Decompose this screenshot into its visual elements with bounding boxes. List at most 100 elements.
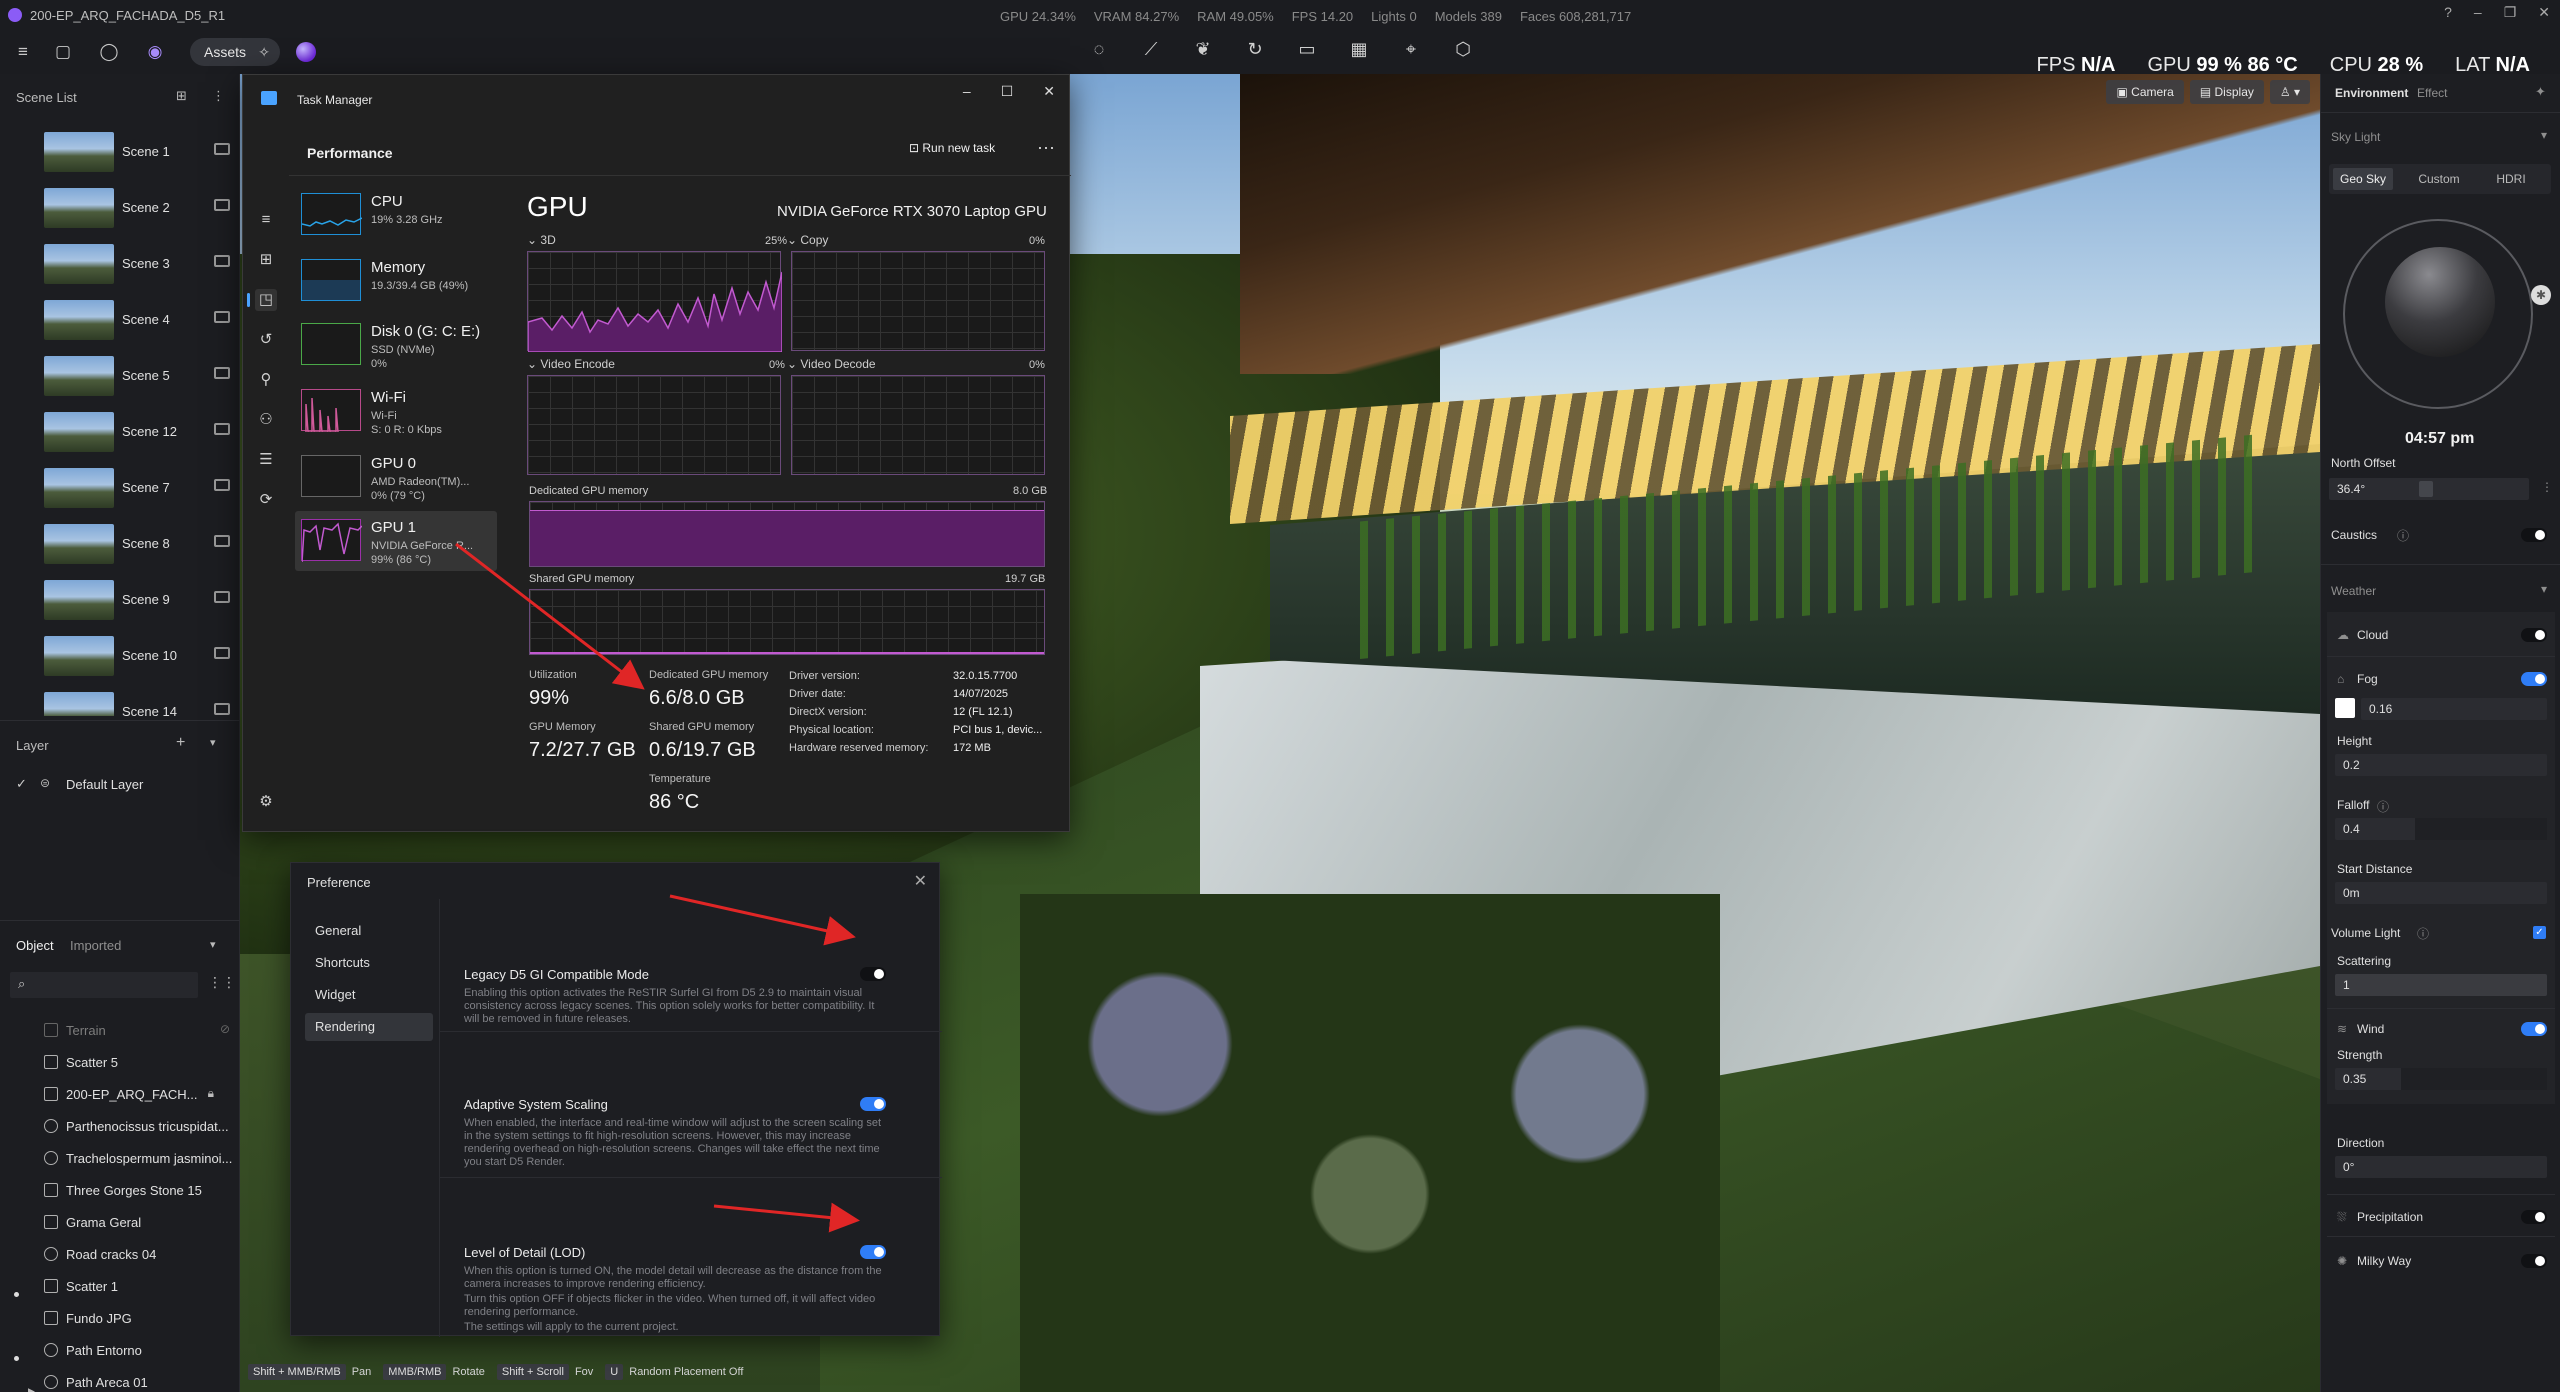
camera-icon[interactable]: [214, 311, 230, 323]
assets-button[interactable]: Assets ✧: [190, 38, 280, 66]
close-icon[interactable]: ✕: [2538, 4, 2550, 21]
scene-item[interactable]: Scene 12: [44, 406, 234, 458]
details-icon[interactable]: ☰: [255, 449, 277, 471]
eye-off-icon[interactable]: ⊘: [220, 1022, 230, 1036]
tm-side-cpu[interactable]: CPU 19% 3.28 GHz: [295, 185, 497, 245]
display-button[interactable]: ▤ Display: [2189, 80, 2264, 104]
pin-icon[interactable]: ⌖: [1396, 39, 1426, 65]
tm-side-wifi[interactable]: Wi-Fi Wi-Fi S: 0 R: 0 Kbps: [295, 381, 497, 441]
list-item[interactable]: Scatter 1: [28, 1270, 234, 1302]
scene-item[interactable]: Scene 3: [44, 238, 234, 290]
sun-position-dial[interactable]: ✱: [2343, 219, 2551, 409]
graph-3d-label[interactable]: ⌄ 3D: [527, 233, 556, 247]
close-icon[interactable]: ✕: [1043, 83, 1055, 100]
list-item[interactable]: Path Entorno: [28, 1334, 234, 1366]
tab-environment[interactable]: Environment: [2335, 86, 2408, 100]
camera-button[interactable]: ▣ Camera: [2106, 80, 2184, 104]
lod-toggle[interactable]: [860, 1245, 886, 1259]
list-item[interactable]: Terrain ⊘: [28, 1014, 234, 1046]
ai-icon[interactable]: ◉: [142, 39, 168, 65]
more-options-icon[interactable]: ···: [1037, 137, 1055, 158]
time-of-day[interactable]: 04:57 pm: [2405, 430, 2474, 448]
fog-density-field[interactable]: 0.16: [2361, 698, 2547, 720]
start-distance-field[interactable]: 0m: [2335, 882, 2547, 904]
object-search-input[interactable]: ⌕: [10, 972, 198, 998]
scene-item[interactable]: Scene 2: [44, 182, 234, 234]
list-item[interactable]: 200-EP_ARQ_FACH... 🔒︎: [28, 1078, 234, 1110]
camera-icon[interactable]: [214, 367, 230, 379]
camera-icon[interactable]: [214, 199, 230, 211]
list-item[interactable]: Three Gorges Stone 15: [28, 1174, 234, 1206]
person-dropdown-button[interactable]: ♙ ▾: [2269, 80, 2310, 104]
list-item[interactable]: Fundo JPG: [28, 1302, 234, 1334]
file-icon[interactable]: ▢: [50, 39, 76, 65]
scene-item[interactable]: Scene 4: [44, 294, 234, 346]
fog-color-swatch[interactable]: [2335, 698, 2355, 718]
minimize-icon[interactable]: –: [2474, 4, 2482, 21]
falloff-field[interactable]: 0.4: [2335, 818, 2547, 840]
list-item[interactable]: Trachelospermum jasminoi...: [28, 1142, 234, 1174]
graph-copy-label[interactable]: ⌄ Copy: [787, 233, 828, 247]
tm-side-gpu0[interactable]: GPU 0 AMD Radeon(TM)... 0% (79 °C): [295, 447, 497, 507]
list-item[interactable]: Path Areca 01: [28, 1366, 234, 1392]
scene-item[interactable]: Scene 1: [44, 126, 234, 178]
geo-sky-option[interactable]: Geo Sky: [2333, 168, 2393, 190]
camera-icon[interactable]: [214, 255, 230, 267]
chevron-down-icon[interactable]: ▾: [210, 736, 216, 749]
nav-widget[interactable]: Widget: [305, 981, 433, 1009]
list-item[interactable]: Scatter 5: [28, 1046, 234, 1078]
chevron-down-icon[interactable]: ▾: [2541, 128, 2547, 142]
strength-field[interactable]: 0.35: [2335, 1068, 2547, 1090]
volume-light-checkbox[interactable]: ✓: [2533, 926, 2546, 939]
chat-icon[interactable]: ◯: [96, 39, 122, 65]
tm-side-disk[interactable]: Disk 0 (G: C: E:) SSD (NVMe) 0%: [295, 315, 497, 375]
help-icon[interactable]: ?: [2444, 4, 2452, 21]
fog-toggle[interactable]: [2521, 672, 2547, 686]
camera-icon[interactable]: [214, 703, 230, 715]
precipitation-toggle[interactable]: [2521, 1210, 2547, 1224]
camera-icon[interactable]: [214, 143, 230, 155]
close-icon[interactable]: ✕: [914, 871, 927, 891]
run-new-task-button[interactable]: ⊡ Run new task: [909, 141, 995, 155]
sun-handle-icon[interactable]: ✱: [2531, 285, 2551, 305]
north-offset-field[interactable]: 36.4°: [2329, 478, 2529, 500]
performance-icon[interactable]: ◳: [255, 289, 277, 311]
scattering-field[interactable]: 1: [2335, 974, 2547, 996]
tab-object[interactable]: Object: [16, 938, 54, 953]
list-item[interactable]: Parthenocissus tricuspidat...: [28, 1110, 234, 1142]
milky-way-toggle[interactable]: [2521, 1254, 2547, 1268]
hamburger-icon[interactable]: ≡: [255, 209, 277, 231]
chevron-right-icon[interactable]: ▶: [28, 1386, 35, 1392]
filter-icon[interactable]: ▾: [210, 938, 216, 951]
tm-side-gpu1[interactable]: GPU 1 NVIDIA GeForce R... 99% (86 °C): [295, 511, 497, 571]
tm-side-memory[interactable]: Memory 19.3/39.4 GB (49%): [295, 251, 497, 311]
legacy-gi-toggle[interactable]: [860, 967, 886, 981]
grid-view-icon[interactable]: ⋮⋮: [208, 974, 236, 991]
tab-imported[interactable]: Imported: [70, 938, 121, 953]
more-icon[interactable]: ⋮: [2541, 480, 2553, 494]
info-icon[interactable]: ⓘ: [2377, 798, 2389, 815]
scene-item[interactable]: Scene 5: [44, 350, 234, 402]
settings-gear-icon[interactable]: ⚙: [255, 791, 277, 813]
wind-toggle[interactable]: [2521, 1022, 2547, 1036]
height-field[interactable]: 0.2: [2335, 754, 2547, 776]
maximize-icon[interactable]: ☐: [1001, 83, 1014, 100]
scene-item[interactable]: Scene 8: [44, 518, 234, 570]
list-item[interactable]: Road cracks 04: [28, 1238, 234, 1270]
chevron-down-icon[interactable]: ▾: [2541, 582, 2547, 596]
nav-rendering[interactable]: Rendering: [305, 1013, 433, 1041]
minimize-icon[interactable]: –: [963, 83, 971, 100]
layers-icon[interactable]: ⬡: [1448, 39, 1478, 65]
history-icon[interactable]: ↺: [255, 329, 277, 351]
camera-icon[interactable]: [214, 423, 230, 435]
menu-icon[interactable]: ≡: [10, 39, 36, 65]
path-icon[interactable]: ⟋: [1136, 39, 1166, 65]
orb-icon[interactable]: [296, 42, 316, 62]
scene-item[interactable]: Scene 14: [44, 686, 234, 716]
camera-icon[interactable]: [214, 535, 230, 547]
tab-effect[interactable]: Effect: [2417, 86, 2447, 100]
cloud-toggle[interactable]: [2521, 628, 2547, 642]
graph-decode-label[interactable]: ⌄ Video Decode: [787, 357, 876, 371]
add-layer-icon[interactable]: +: [176, 734, 185, 752]
info-icon[interactable]: ⓘ: [2417, 925, 2429, 942]
